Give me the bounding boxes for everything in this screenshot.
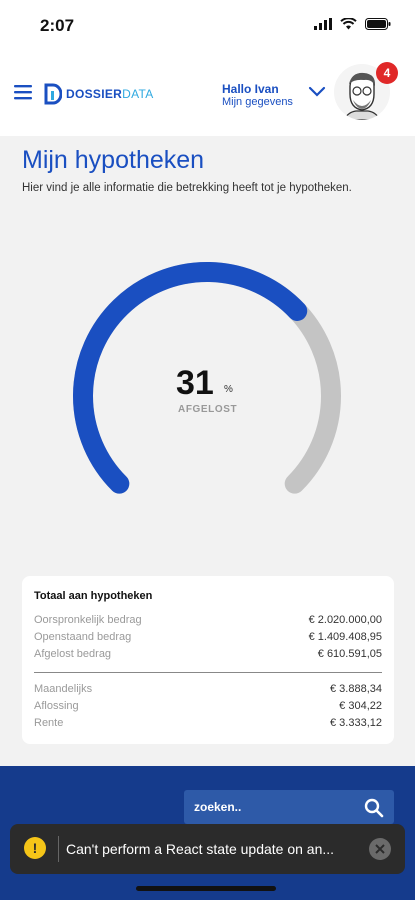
row-label: Openstaand bedrag	[34, 631, 132, 643]
row-value: € 610.591,05	[317, 648, 382, 660]
row-value: € 2.020.000,00	[308, 614, 382, 626]
close-icon[interactable]	[369, 838, 391, 860]
error-toast[interactable]: ! Can't perform a React state update on …	[10, 824, 405, 874]
logo[interactable]: DOSSIERDATA	[44, 83, 154, 105]
search-input[interactable]: zoeken..	[184, 790, 394, 824]
summary-row: Rente € 3.333,12	[34, 717, 382, 733]
user-menu[interactable]: Hallo Ivan Mijn gegevens	[222, 82, 293, 108]
status-time: 2:07	[40, 16, 75, 35]
divider	[34, 672, 382, 673]
logo-text: DOSSIERDATA	[66, 87, 154, 101]
summary-row: Openstaand bedrag € 1.409.408,95	[34, 631, 382, 647]
row-label: Afgelost bedrag	[34, 648, 112, 660]
row-value: € 3.333,12	[330, 717, 382, 729]
page-title: Mijn hypotheken	[22, 146, 205, 174]
home-indicator	[136, 886, 276, 891]
card-title: Totaal aan hypotheken	[34, 590, 153, 602]
my-details-link: Mijn gegevens	[222, 96, 293, 108]
signal-icon	[314, 18, 332, 30]
page-intro: Hier vind je alle informatie die betrekk…	[22, 182, 352, 194]
status-bar: 2:07	[0, 0, 415, 50]
mortgage-summary-card: Totaal aan hypotheken Oorspronkelijk bed…	[22, 576, 394, 744]
summary-row: Maandelijks € 3.888,34	[34, 683, 382, 699]
status-icons	[314, 18, 391, 30]
battery-icon	[365, 18, 391, 30]
row-value: € 3.888,34	[330, 683, 382, 695]
summary-row: Aflossing € 304,22	[34, 700, 382, 716]
search-icon[interactable]	[364, 798, 384, 818]
chevron-down-icon[interactable]	[308, 86, 326, 98]
row-value: € 304,22	[339, 700, 382, 712]
notification-badge[interactable]: 4	[376, 62, 398, 84]
search-placeholder: zoeken..	[194, 800, 242, 814]
percent-unit: %	[224, 384, 233, 395]
wifi-icon	[340, 18, 357, 30]
hamburger-menu-icon[interactable]	[14, 84, 32, 100]
summary-row: Oorspronkelijk bedrag € 2.020.000,00	[34, 614, 382, 630]
greeting-name: Hallo Ivan	[222, 82, 279, 96]
warning-icon: !	[24, 837, 46, 859]
app-header: DOSSIERDATA Hallo Ivan Mijn gegevens 4	[0, 50, 415, 136]
percent-value: 31	[176, 364, 214, 402]
row-label: Rente	[34, 717, 64, 729]
percent-label: AFGELOST	[178, 404, 238, 415]
summary-row: Afgelost bedrag € 610.591,05	[34, 648, 382, 664]
row-label: Aflossing	[34, 700, 79, 712]
row-label: Oorspronkelijk bedrag	[34, 614, 142, 626]
toast-message: Can't perform a React state update on an…	[66, 841, 335, 857]
logo-mark-icon	[44, 83, 62, 105]
row-label: Maandelijks	[34, 683, 93, 695]
row-value: € 1.409.408,95	[308, 631, 382, 643]
toast-divider	[58, 836, 59, 862]
